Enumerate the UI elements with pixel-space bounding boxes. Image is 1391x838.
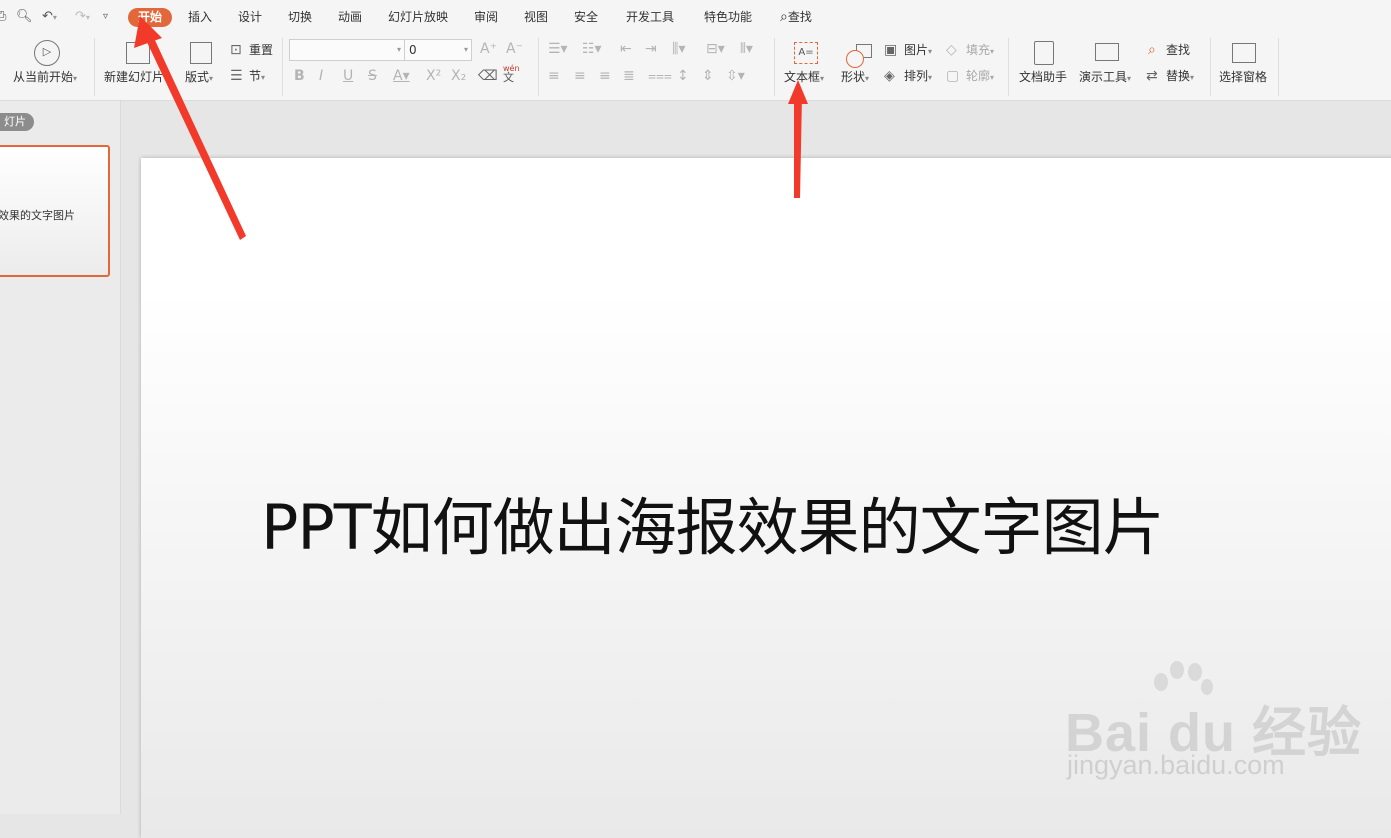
new-slide-icon[interactable] <box>126 42 150 64</box>
slide-thumbnail-panel: 灯片 效果的文字图片 <box>0 101 121 814</box>
watermark-url: jingyan.baidu.com <box>1067 750 1285 780</box>
font-size-dropdown[interactable]: 0 ▾ <box>404 39 472 61</box>
selection-pane-button[interactable]: 选择窗格 <box>1219 70 1267 84</box>
print-preview-icon[interactable]: 🔍︎ <box>16 7 33 27</box>
tab-view[interactable]: 视图 <box>522 8 550 27</box>
outline-button[interactable]: 轮廓▾ <box>966 69 994 85</box>
slide-thumbnail[interactable]: 效果的文字图片 <box>0 145 110 277</box>
replace-icon: ⇄ <box>1146 68 1158 84</box>
clear-format-icon[interactable]: ⌫ <box>478 68 498 84</box>
distribute-icon[interactable]: ⩶ <box>648 68 672 84</box>
tab-home[interactable]: 开始 <box>128 8 173 27</box>
tab-insert[interactable]: 插入 <box>186 8 214 27</box>
numbered-list-icon[interactable]: ☷▾ <box>582 41 602 57</box>
fill-button[interactable]: 填充▾ <box>966 43 994 59</box>
font-color-icon[interactable]: A▾ <box>393 68 410 84</box>
replace-button[interactable]: 替换▾ <box>1166 69 1194 85</box>
thumbnail-text: 效果的文字图片 <box>0 209 75 222</box>
shapes-button[interactable]: 形状▾ <box>841 70 869 86</box>
presentation-tools-icon[interactable] <box>1095 43 1119 61</box>
play-from-current-button[interactable]: 从当前开始▾ <box>13 70 77 86</box>
find-icon: ⌕ <box>1148 42 1156 58</box>
picture-icon: ▣ <box>884 42 898 58</box>
redo-icon[interactable]: ↷▾ <box>75 7 90 28</box>
layout-icon[interactable] <box>190 42 212 64</box>
ribbon-separator <box>1278 38 1279 96</box>
search-label: 查找 <box>787 10 812 24</box>
font-name-dropdown[interactable]: ▾ <box>289 39 405 61</box>
align-right-icon[interactable]: ≡ <box>599 68 611 84</box>
section-button[interactable]: 节▾ <box>249 69 265 85</box>
ribbon-separator <box>774 38 775 96</box>
find-button[interactable]: 查找 <box>1166 43 1190 57</box>
section-icon: ☰ <box>230 68 243 84</box>
italic-icon[interactable]: I <box>319 68 323 84</box>
presentation-tools-button[interactable]: 演示工具▾ <box>1079 70 1131 86</box>
doc-assistant-button[interactable]: 文档助手 <box>1019 70 1067 84</box>
superscript-icon[interactable]: X² <box>426 68 441 84</box>
tab-slideshow[interactable]: 幻灯片放映 <box>386 8 450 27</box>
baidu-watermark: Bai du 经验 jingyan.baidu.com <box>1065 660 1361 790</box>
ribbon-separator <box>538 38 539 96</box>
ribbon-separator <box>1210 38 1211 96</box>
undo-icon[interactable]: ↶▾ <box>42 7 57 28</box>
columns-icon[interactable]: ⫴▾ <box>740 41 753 57</box>
layout-button[interactable]: 版式▾ <box>185 70 213 86</box>
tab-transitions[interactable]: 切换 <box>286 8 314 27</box>
ribbon: ▷ 从当前开始▾ 新建幻灯片▾ 版式▾ ⊡ 重置 ☰ 节▾ ▾ 0 ▾ A⁺ A⁻… <box>0 34 1391 101</box>
tab-developer[interactable]: 开发工具 <box>624 8 676 27</box>
ribbon-separator <box>94 38 95 96</box>
paragraph-spacing-icon[interactable]: ⇕ <box>702 68 714 84</box>
bold-icon[interactable]: B <box>294 68 305 84</box>
underline-icon[interactable]: U <box>343 68 353 84</box>
decrease-font-icon[interactable]: A⁻ <box>506 41 523 57</box>
align-center-icon[interactable]: ≡ <box>574 68 586 84</box>
text-box-icon[interactable]: A= <box>794 42 818 64</box>
ribbon-separator <box>282 38 283 96</box>
line-spacing-dropdown-icon[interactable]: ⇳▾ <box>726 68 745 84</box>
shapes-icon[interactable] <box>846 44 872 68</box>
doc-assistant-icon[interactable] <box>1034 41 1054 65</box>
slide-title[interactable]: PPT如何做出海报效果的文字图片 <box>261 490 1221 566</box>
align-text-icon[interactable]: ⊟▾ <box>706 41 725 57</box>
justify-icon[interactable]: ≣ <box>623 68 635 84</box>
arrange-button[interactable]: 排列▾ <box>904 69 932 85</box>
increase-font-icon[interactable]: A⁺ <box>480 41 497 57</box>
tab-design[interactable]: 设计 <box>236 8 264 27</box>
search-icon: ⌕ <box>780 9 788 25</box>
text-direction-icon[interactable]: ⫼▾ <box>672 41 685 57</box>
reset-button[interactable]: 重置 <box>249 43 273 57</box>
fill-icon: ◇ <box>946 42 957 58</box>
print-icon[interactable]: ⎙ <box>0 7 6 27</box>
tab-review[interactable]: 审阅 <box>472 8 500 27</box>
ribbon-separator <box>1008 38 1009 96</box>
customize-icon[interactable]: ▿ <box>103 7 108 27</box>
new-slide-button[interactable]: 新建幻灯片▾ <box>104 70 168 86</box>
phonetic-guide-icon[interactable]: wén 文 <box>503 64 520 83</box>
menu-bar: ⎙ 🔍︎ ↶▾ ↷▾ ▿ 开始 插入 设计 切换 动画 幻灯片放映 审阅 视图 … <box>0 0 1391 34</box>
bullet-list-icon[interactable]: ☰▾ <box>548 41 568 57</box>
increase-indent-icon[interactable]: ⇥ <box>645 41 657 57</box>
text-box-button[interactable]: 文本框▾ <box>784 70 824 86</box>
subscript-icon[interactable]: X₂ <box>451 68 466 84</box>
decrease-indent-icon[interactable]: ⇤ <box>620 41 632 57</box>
picture-button[interactable]: 图片▾ <box>904 43 932 59</box>
line-spacing-icon[interactable]: ↕ <box>677 68 689 84</box>
arrange-icon: ◈ <box>884 68 895 84</box>
tab-animations[interactable]: 动画 <box>336 8 364 27</box>
strikethrough-icon[interactable]: S <box>368 68 377 84</box>
play-icon[interactable]: ▷ <box>34 40 60 66</box>
outline-icon: ▢ <box>946 68 960 84</box>
search-tab[interactable]: ⌕查找 <box>778 8 814 27</box>
reset-icon: ⊡ <box>230 42 242 58</box>
selection-pane-icon[interactable] <box>1232 43 1256 63</box>
slides-tab[interactable]: 灯片 <box>0 113 34 131</box>
tab-special-features[interactable]: 特色功能 <box>702 8 754 27</box>
tab-security[interactable]: 安全 <box>572 8 600 27</box>
align-left-icon[interactable]: ≡ <box>548 68 560 84</box>
